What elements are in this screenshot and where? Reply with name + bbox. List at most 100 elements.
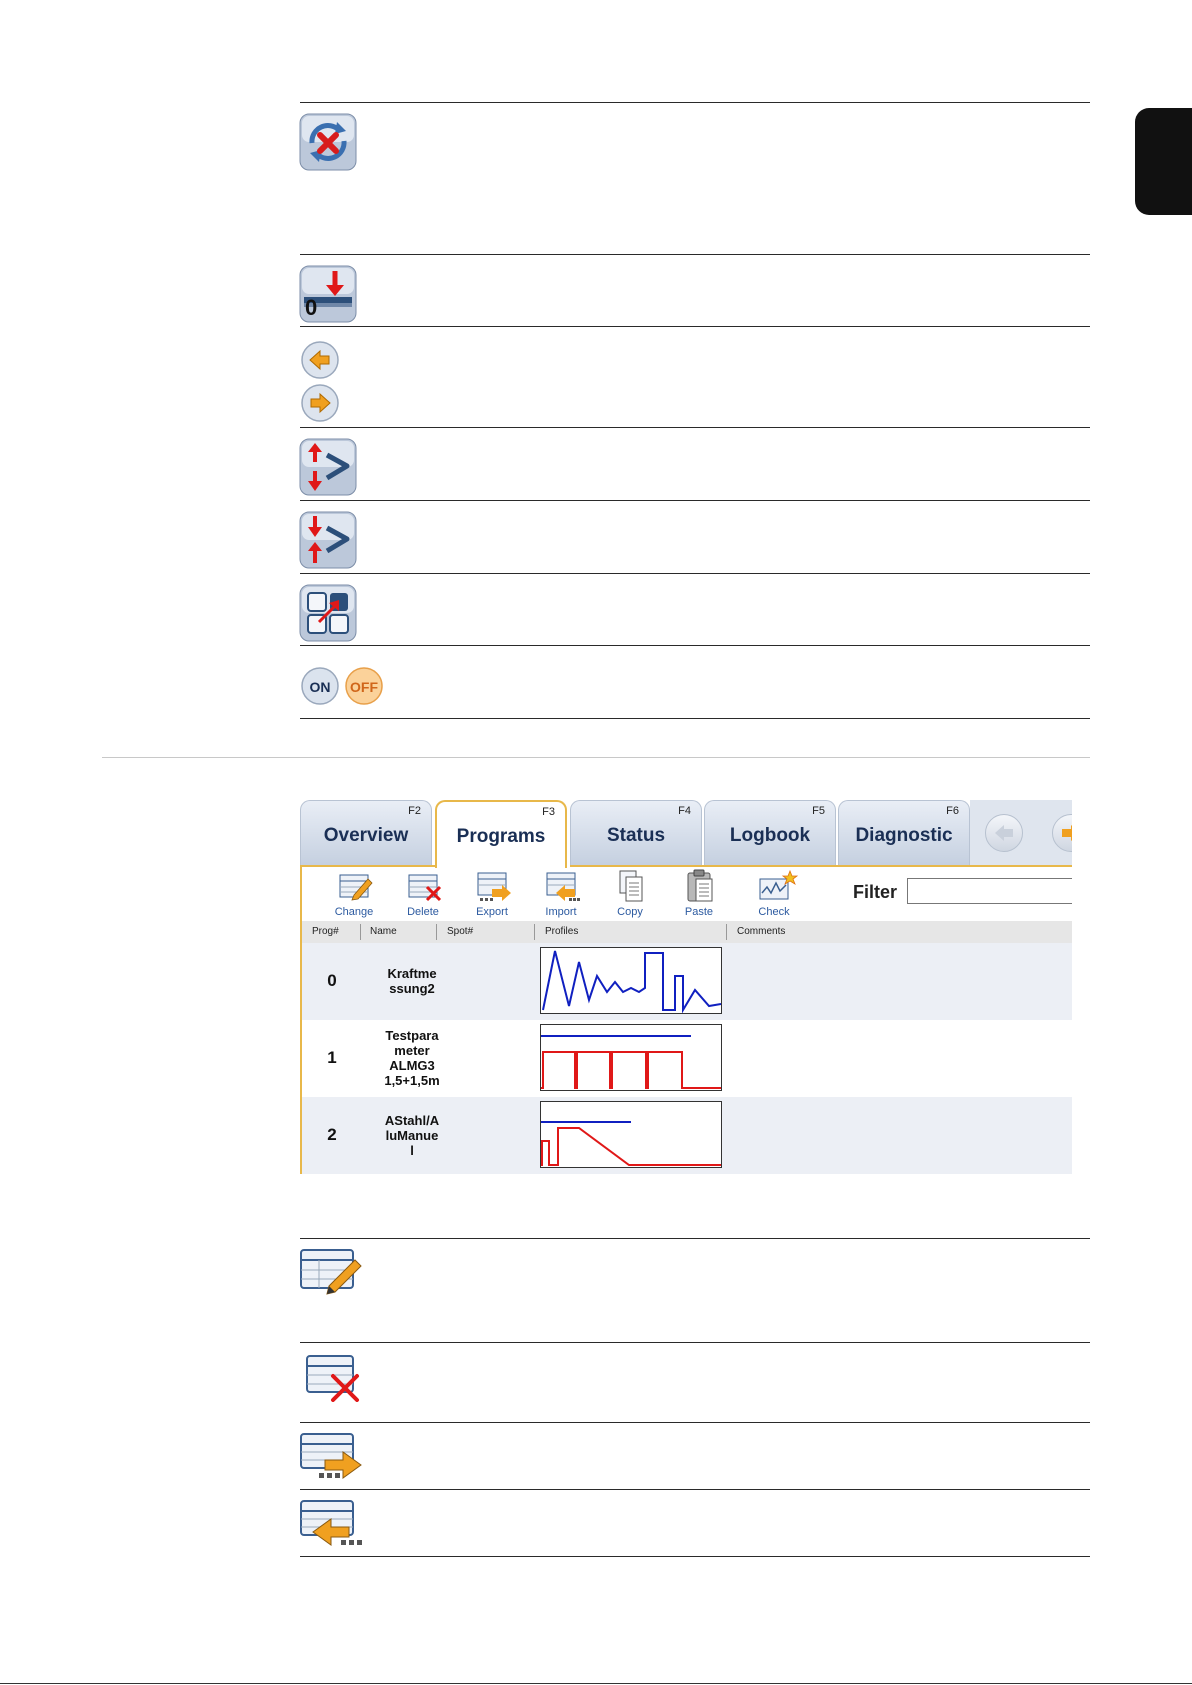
programs-screenshot: F2 Overview F3 Programs F4 Status F5 Log… [300, 798, 1072, 1181]
tab-label: Overview [323, 825, 409, 846]
profile-thumbnail [540, 947, 722, 1014]
zero-reference-icon: 0 [299, 265, 357, 323]
program-name-line: 1,5+1,5m [384, 1073, 440, 1088]
program-name-line: ALMG3 [389, 1058, 435, 1073]
program-name-line: l [410, 1143, 414, 1158]
off-label: OFF [350, 679, 378, 695]
column-header-profiles: Profiles [545, 926, 579, 937]
profile-curve [542, 950, 721, 1013]
divider [300, 326, 1090, 327]
arrow-right-icon [1062, 825, 1072, 841]
copy-icon [619, 870, 643, 902]
program-name: Kraftme ssung2 [362, 966, 462, 996]
profile-thumbnail [540, 1024, 722, 1091]
program-name-line: Kraftme [387, 966, 437, 981]
divider [300, 1422, 1090, 1423]
divider [300, 1238, 1090, 1239]
on-icon: ON [300, 666, 340, 706]
sequence-down-up-icon [299, 511, 357, 569]
tool-label: Change [334, 906, 374, 918]
tab-bar: F2 Overview F3 Programs F4 Status F5 Log… [300, 798, 1072, 868]
program-name-line: Testpara [385, 1028, 439, 1043]
import-button[interactable]: Import [531, 869, 591, 919]
import-icon [546, 872, 580, 901]
divider [300, 1342, 1090, 1343]
tab-overview[interactable]: F2 Overview [300, 800, 432, 865]
check-button[interactable]: Check [744, 869, 804, 919]
column-header-spot: Spot# [447, 926, 474, 937]
divider [300, 573, 1090, 574]
divider [300, 500, 1090, 501]
arrow-left-icon [300, 340, 340, 380]
tool-label: Paste [684, 906, 714, 918]
tab-status[interactable]: F4 Status [570, 800, 702, 865]
tab-key: F4 [678, 805, 691, 817]
tab-scroll-right-button[interactable] [1052, 814, 1072, 852]
tab-key: F6 [946, 805, 959, 817]
column-header-prog: Prog# [312, 926, 339, 937]
column-separator [436, 924, 437, 940]
grid-select-icon [299, 584, 357, 642]
check-icon [759, 869, 798, 900]
export-icon [477, 872, 511, 901]
on-label: ON [310, 679, 331, 695]
tab-navigation [970, 800, 1072, 865]
divider [300, 718, 1090, 719]
sync-cancel-icon [299, 113, 357, 171]
tool-label: Delete [407, 906, 439, 918]
tool-label: Check [758, 906, 790, 918]
program-name-line: ssung2 [389, 981, 435, 996]
column-separator [360, 924, 361, 940]
column-separator [534, 924, 535, 940]
tool-label: Import [545, 906, 577, 918]
tab-label: Logbook [729, 825, 811, 846]
tab-label: Programs [456, 826, 546, 847]
program-name-line: meter [394, 1043, 430, 1058]
tab-key: F3 [542, 806, 555, 818]
divider [300, 254, 1090, 255]
program-name-line: luManue [385, 1128, 439, 1143]
delete-icon [408, 874, 442, 902]
divider [300, 102, 1090, 103]
divider [300, 1489, 1090, 1490]
table-row[interactable]: 2 AStahl/A luManue l [300, 1097, 1072, 1174]
paste-icon [687, 869, 713, 902]
column-header-comments: Comments [737, 926, 786, 937]
sequence-up-down-icon [299, 438, 357, 496]
prog-number: 1 [327, 1048, 337, 1067]
off-icon: OFF [344, 666, 384, 706]
divider [300, 427, 1090, 428]
column-separator [726, 924, 727, 940]
table-row[interactable]: 0 Kraftme ssung2 [300, 943, 1072, 1020]
toolbar: Change Delete Export Import Copy Paste C… [300, 867, 1072, 921]
arrow-right-icon [300, 383, 340, 423]
prog-number: 2 [327, 1125, 337, 1144]
program-name-line: AStahl/A [384, 1113, 440, 1128]
filter-label: Filter [853, 882, 898, 902]
copy-button[interactable]: Copy [600, 869, 660, 919]
table-header: Prog# Name Spot# Profiles Comments [300, 921, 1072, 943]
program-name: Testpara meter ALMG3 1,5+1,5m [362, 1028, 462, 1088]
tab-label: Diagnostic [855, 825, 953, 846]
export-button[interactable]: Export [462, 869, 522, 919]
section-divider [102, 757, 1090, 758]
profile-thumbnail [540, 1101, 722, 1168]
program-name: AStahl/A luManue l [362, 1113, 462, 1158]
filter-input[interactable] [907, 878, 1072, 904]
tab-programs[interactable]: F3 Programs [435, 800, 567, 868]
table-row[interactable]: 1 Testpara meter ALMG3 1,5+1,5m [300, 1020, 1072, 1097]
tab-logbook[interactable]: F5 Logbook [704, 800, 836, 865]
import-icon [299, 1499, 363, 1547]
delete-button[interactable]: Delete [393, 869, 453, 919]
svg-text:0: 0 [305, 295, 317, 320]
arrow-left-icon [995, 825, 1013, 841]
page-bottom-rule [0, 1683, 1192, 1684]
profile-curve [541, 1121, 721, 1166]
change-button[interactable]: Change [324, 869, 384, 919]
tab-scroll-left-button[interactable] [985, 814, 1023, 852]
delete-icon [299, 1354, 363, 1402]
tab-diagnostic[interactable]: F6 Diagnostic [838, 800, 970, 865]
change-icon [299, 1248, 363, 1296]
paste-button[interactable]: Paste [669, 869, 729, 919]
column-header-name: Name [370, 926, 397, 937]
